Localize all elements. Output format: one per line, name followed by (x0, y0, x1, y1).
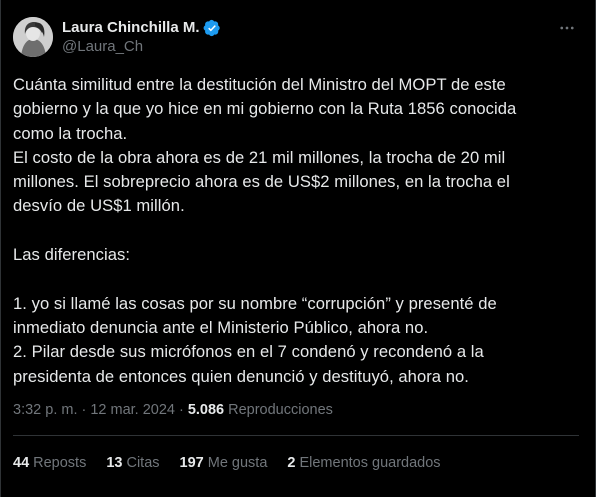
quotes-label: Citas (126, 455, 160, 471)
tweet-text: Cuánta similitud entre la destitución de… (13, 75, 517, 386)
tweet-meta: 3:32 p. m. · 12 mar. 2024 · 5.086 Reprod… (13, 400, 333, 420)
tweet-stats: 44 Reposts 13 Citas 197 Me gusta 2 Elementos… (13, 453, 461, 473)
bookmarks-label: Elementos guardados (299, 455, 441, 471)
quotes-count: 13 (106, 455, 123, 471)
tweet-date[interactable]: 12 mar. 2024 (90, 400, 175, 420)
verified-badge-icon[interactable] (203, 19, 221, 37)
likes-label: Me gusta (207, 455, 268, 471)
avatar-portrait-icon (13, 17, 53, 57)
views-label: Reproducciones (228, 402, 333, 418)
tweet-card: Laura Chinchilla M. @Laura_Ch Cuánta sim… (0, 0, 596, 497)
avatar[interactable] (13, 17, 53, 57)
author-display-name[interactable]: Laura Chinchilla M. (62, 18, 200, 37)
meta-separator: · (178, 402, 184, 418)
likes-count: 197 (179, 455, 204, 471)
more-icon[interactable] (557, 18, 577, 38)
bookmarks-count: 2 (287, 455, 296, 471)
views-count: 5.086 (187, 402, 225, 418)
bookmarks-stat[interactable]: 2 Elementos guardados (287, 453, 440, 473)
reposts-stat[interactable]: 44 Reposts (13, 453, 86, 473)
author-names: Laura Chinchilla M. @Laura_Ch (62, 18, 221, 56)
author-handle[interactable]: @Laura_Ch (62, 37, 221, 56)
meta-separator: · (81, 402, 87, 418)
reposts-count: 44 (13, 455, 30, 471)
quotes-stat[interactable]: 13 Citas (106, 453, 159, 473)
divider (13, 435, 579, 436)
author-name-row: Laura Chinchilla M. (62, 18, 221, 37)
reposts-label: Reposts (33, 455, 87, 471)
tweet-time[interactable]: 3:32 p. m. (13, 400, 77, 420)
likes-stat[interactable]: 197 Me gusta (180, 453, 268, 473)
tweet-header: Laura Chinchilla M. @Laura_Ch (13, 0, 583, 60)
